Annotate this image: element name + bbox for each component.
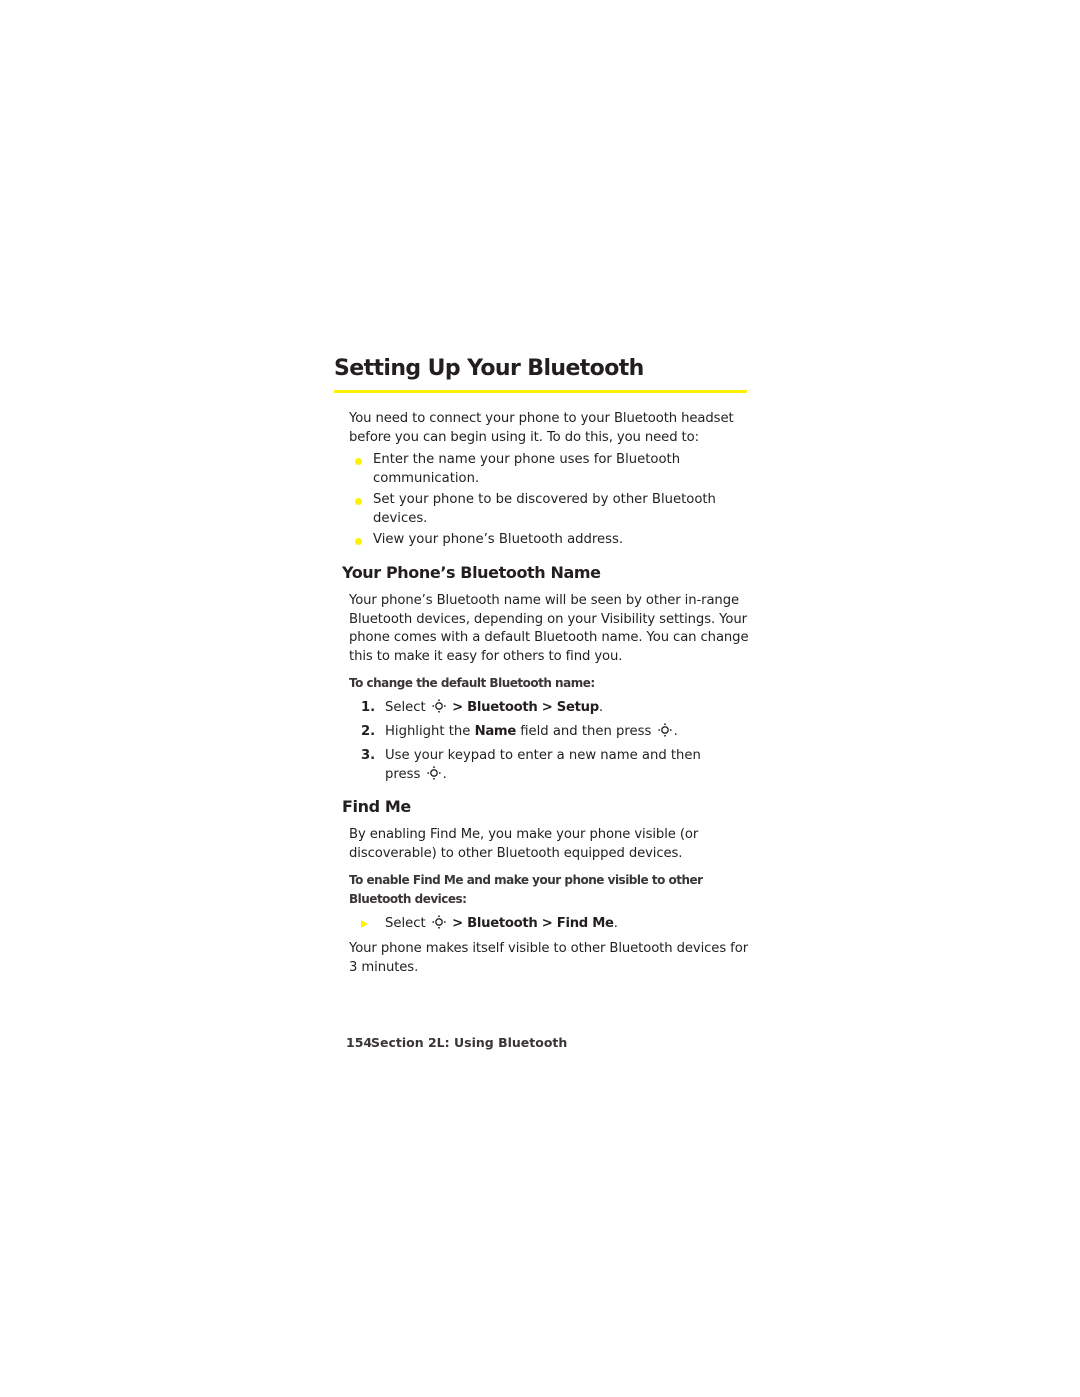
nav-key-icon bbox=[432, 915, 446, 929]
step-number: 2. bbox=[361, 724, 376, 739]
page-number: 154 bbox=[346, 1035, 373, 1050]
bluetooth-name-paragraph: Your phone’s Bluetooth name will be seen… bbox=[349, 593, 749, 664]
procedure-title: To change the default Bluetooth name: bbox=[349, 676, 595, 690]
page-title: Setting Up Your Bluetooth bbox=[334, 356, 644, 381]
bullet-dot-icon bbox=[355, 498, 362, 505]
step-number: 3. bbox=[361, 748, 376, 763]
step-item: 3. Use your keypad to enter a new name a… bbox=[361, 748, 701, 782]
find-me-result: Your phone makes itself visible to other… bbox=[349, 941, 749, 975]
arrow-bullet-icon bbox=[361, 920, 368, 928]
intro-paragraph: You need to connect your phone to your B… bbox=[349, 411, 734, 445]
bullet-item: View your phone’s Bluetooth address. bbox=[355, 531, 745, 550]
find-me-paragraph: By enabling Find Me, you make your phone… bbox=[349, 827, 699, 861]
menu-path: > Bluetooth > Setup bbox=[452, 700, 599, 715]
bullet-dot-icon bbox=[355, 538, 362, 545]
step-item: 2. Highlight the Name field and then pre… bbox=[361, 723, 741, 742]
section-heading-bluetooth-name: Your Phone’s Bluetooth Name bbox=[342, 563, 601, 582]
bullet-text: View your phone’s Bluetooth address. bbox=[373, 532, 624, 547]
section-heading-find-me: Find Me bbox=[342, 797, 411, 816]
bullet-item: Enter the name your phone uses for Bluet… bbox=[355, 451, 745, 488]
manual-page: Setting Up Your Bluetooth You need to co… bbox=[0, 0, 1080, 1397]
nav-key-icon bbox=[426, 765, 441, 780]
title-underline bbox=[334, 390, 747, 393]
procedure-title: To enable Find Me and make your phone vi… bbox=[349, 873, 703, 906]
nav-key-icon bbox=[657, 723, 672, 737]
bullet-text: Enter the name your phone uses for Bluet… bbox=[373, 452, 681, 486]
step-item: Select > Bluetooth > Find Me. bbox=[361, 915, 741, 934]
bullet-dot-icon bbox=[355, 458, 362, 465]
step-number: 1. bbox=[361, 700, 376, 715]
section-label: Section 2L: Using Bluetooth bbox=[371, 1035, 568, 1050]
step-item: 1. Select > Bluetooth > Setup. bbox=[361, 699, 741, 718]
nav-key-icon bbox=[432, 699, 446, 713]
menu-path: > Bluetooth > Find Me bbox=[452, 916, 614, 931]
bullet-item: Set your phone to be discovered by other… bbox=[355, 491, 745, 528]
bullet-text: Set your phone to be discovered by other… bbox=[373, 492, 716, 526]
field-name: Name bbox=[474, 724, 517, 739]
